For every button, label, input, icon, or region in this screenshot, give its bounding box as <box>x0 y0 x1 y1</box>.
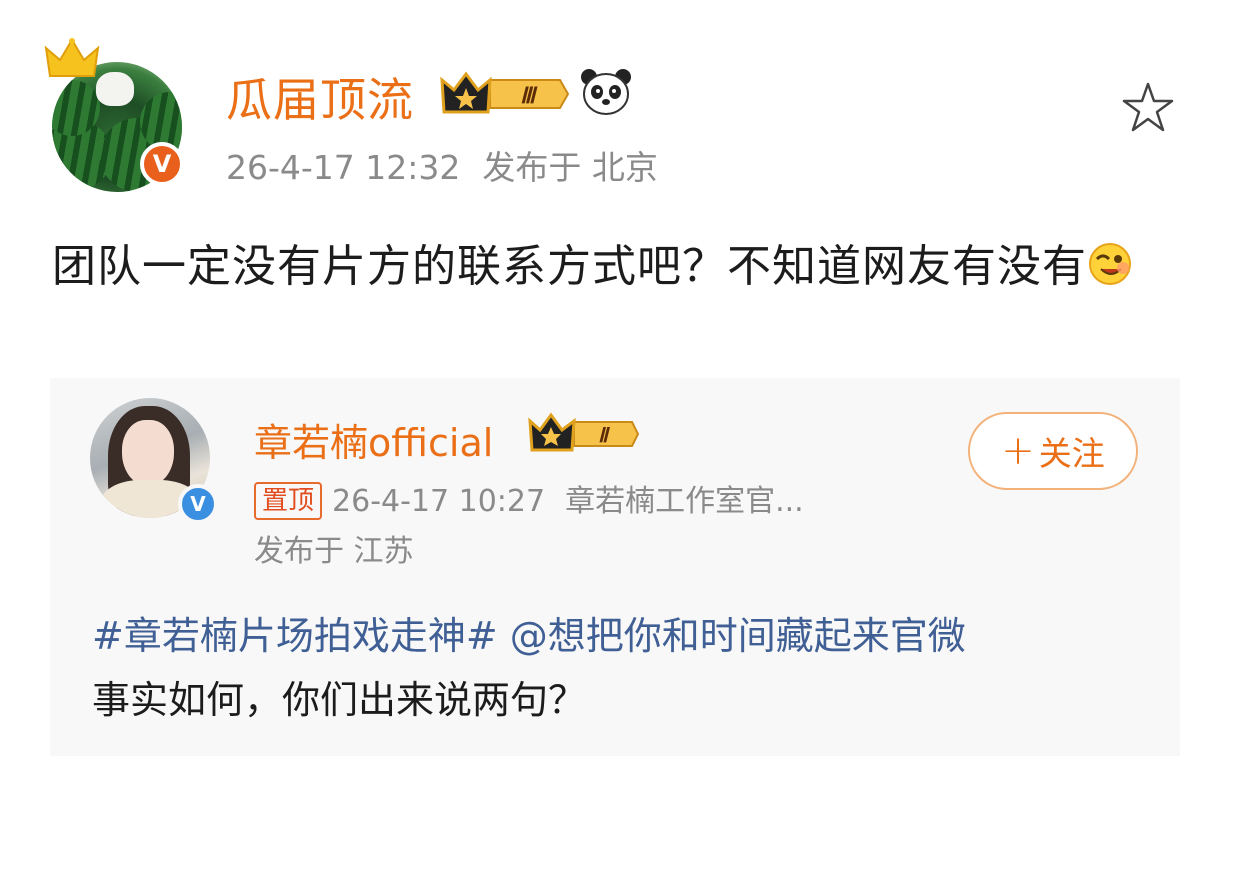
retweet-text: 事实如何，你们出来说两句？ <box>92 678 587 722</box>
retweet-card[interactable]: V 章若楠official Ⅱ + 关注 置顶 26-4-17 10:27 章若楠工作… <box>50 378 1180 756</box>
vip-crown-badge-icon: Ⅲ <box>440 71 570 114</box>
post-text: 团队一定没有片方的联系方式吧？不知道网友有没有 <box>52 241 1087 292</box>
retweet-time: 26-4-17 10:27 <box>332 484 546 519</box>
author-avatar[interactable]: V <box>44 38 184 192</box>
verified-v-icon: V <box>140 142 184 186</box>
author-name[interactable]: 瓜届顶流 <box>226 64 414 130</box>
mention-link[interactable]: @想把你和时间藏起来官微 <box>510 614 966 658</box>
post-body: 团队一定没有片方的联系方式吧？不知道网友有没有 <box>52 232 1192 302</box>
follow-label: 关注 <box>1038 434 1105 473</box>
plus-icon: + <box>1001 428 1035 474</box>
retweet-source: 章若楠工作室官... <box>565 484 804 519</box>
crown-icon <box>44 38 100 77</box>
retweet-body: #章若楠片场拍戏走神# @想把你和时间藏起来官微 事实如何，你们出来说两句？ <box>92 604 1152 732</box>
retweet-author-name[interactable]: 章若楠official <box>254 412 493 467</box>
retweet-location: 发布于 江苏 <box>254 534 414 569</box>
star-icon[interactable] <box>1120 80 1176 134</box>
cat-image <box>96 72 134 106</box>
wink-emoji-icon <box>1089 243 1131 285</box>
verified-v-icon: V <box>178 484 218 524</box>
panda-icon <box>581 69 631 115</box>
retweet-meta: 置顶 26-4-17 10:27 章若楠工作室官... <box>254 476 804 520</box>
post-time: 26-4-17 12:32 <box>226 148 461 187</box>
hashtag-link[interactable]: #章若楠片场拍戏走神# <box>92 614 498 658</box>
follow-button[interactable]: + 关注 <box>968 412 1138 490</box>
post-meta: 26-4-17 12:32 发布于 北京 <box>226 141 680 189</box>
post-location: 发布于 北京 <box>482 148 658 187</box>
pinned-badge: 置顶 <box>254 482 323 520</box>
vip-crown-badge-icon: Ⅱ <box>528 412 640 452</box>
